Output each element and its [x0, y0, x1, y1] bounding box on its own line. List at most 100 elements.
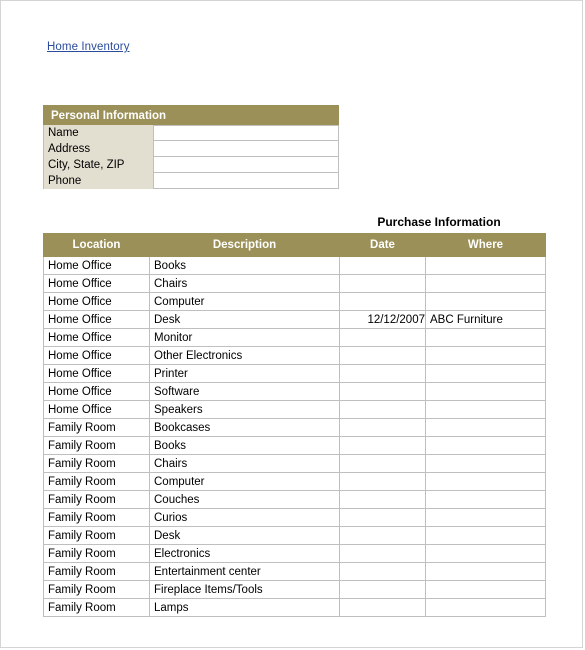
cell-location[interactable]: Family Room [43, 508, 150, 527]
column-header-description[interactable]: Description [149, 233, 340, 257]
cell-date[interactable] [339, 508, 426, 527]
column-header-location[interactable]: Location [43, 233, 150, 257]
cell-description[interactable]: Computer [149, 292, 340, 311]
cell-date[interactable] [339, 418, 426, 437]
cell-where[interactable] [425, 490, 546, 509]
personal-information-rows: Name Address City, State, ZIP Phone [43, 125, 339, 189]
cell-description[interactable]: Couches [149, 490, 340, 509]
cell-description[interactable]: Bookcases [149, 418, 340, 437]
cell-location[interactable]: Family Room [43, 418, 150, 437]
cell-date[interactable] [339, 364, 426, 383]
cell-description[interactable]: Software [149, 382, 340, 401]
cell-location[interactable]: Home Office [43, 310, 150, 329]
cell-description[interactable]: Desk [149, 526, 340, 545]
cell-date[interactable] [339, 526, 426, 545]
cell-location[interactable]: Home Office [43, 328, 150, 347]
cell-date[interactable] [339, 256, 426, 275]
table-row: Family Room Curios [43, 508, 546, 527]
cell-description[interactable]: Lamps [149, 598, 340, 617]
cell-description[interactable]: Monitor [149, 328, 340, 347]
name-field[interactable] [153, 125, 339, 141]
cell-where[interactable] [425, 562, 546, 581]
cell-location[interactable]: Home Office [43, 274, 150, 293]
cell-location[interactable]: Family Room [43, 580, 150, 599]
cell-location[interactable]: Home Office [43, 400, 150, 419]
cell-location[interactable]: Family Room [43, 436, 150, 455]
cell-where[interactable]: ABC Furniture [425, 310, 546, 329]
cell-date[interactable] [339, 274, 426, 293]
cell-description[interactable]: Chairs [149, 274, 340, 293]
cell-where[interactable] [425, 256, 546, 275]
cell-description[interactable]: Speakers [149, 400, 340, 419]
cell-date[interactable] [339, 562, 426, 581]
cell-location[interactable]: Home Office [43, 256, 150, 275]
cell-description[interactable]: Printer [149, 364, 340, 383]
cell-date[interactable]: 12/12/2007 [339, 310, 426, 329]
table-row: Home Office Software [43, 382, 546, 401]
address-field[interactable] [153, 141, 339, 157]
cell-description[interactable]: Curios [149, 508, 340, 527]
home-inventory-title-link[interactable]: Home Inventory [47, 41, 130, 53]
cell-where[interactable] [425, 598, 546, 617]
cell-date[interactable] [339, 454, 426, 473]
cell-description[interactable]: Books [149, 256, 340, 275]
cell-where[interactable] [425, 508, 546, 527]
column-header-date[interactable]: Date [339, 233, 426, 257]
cell-where[interactable] [425, 382, 546, 401]
cell-date[interactable] [339, 490, 426, 509]
cell-location[interactable]: Family Room [43, 490, 150, 509]
phone-field[interactable] [153, 173, 339, 189]
cell-description[interactable]: Electronics [149, 544, 340, 563]
cell-location[interactable]: Family Room [43, 472, 150, 491]
cell-where[interactable] [425, 400, 546, 419]
cell-where[interactable] [425, 328, 546, 347]
inventory-table: Location Description Date Where Home Off… [43, 233, 546, 617]
cell-date[interactable] [339, 472, 426, 491]
cell-date[interactable] [339, 598, 426, 617]
cell-location[interactable]: Home Office [43, 382, 150, 401]
cell-date[interactable] [339, 400, 426, 419]
cell-where[interactable] [425, 454, 546, 473]
cell-location[interactable]: Home Office [43, 346, 150, 365]
field-label-city-state-zip: City, State, ZIP [44, 157, 153, 173]
personal-info-row: City, State, ZIP [44, 157, 339, 173]
cell-location[interactable]: Family Room [43, 598, 150, 617]
cell-description[interactable]: Computer [149, 472, 340, 491]
cell-description[interactable]: Chairs [149, 454, 340, 473]
cell-description[interactable]: Other Electronics [149, 346, 340, 365]
cell-date[interactable] [339, 382, 426, 401]
table-row: Family Room Couches [43, 490, 546, 509]
cell-description[interactable]: Desk [149, 310, 340, 329]
cell-description[interactable]: Fireplace Items/Tools [149, 580, 340, 599]
cell-location[interactable]: Home Office [43, 292, 150, 311]
cell-date[interactable] [339, 328, 426, 347]
cell-date[interactable] [339, 436, 426, 455]
cell-where[interactable] [425, 544, 546, 563]
cell-where[interactable] [425, 274, 546, 293]
cell-where[interactable] [425, 346, 546, 365]
cell-location[interactable]: Home Office [43, 364, 150, 383]
cell-location[interactable]: Family Room [43, 544, 150, 563]
cell-location[interactable]: Family Room [43, 454, 150, 473]
table-row: Home Office Other Electronics [43, 346, 546, 365]
cell-description[interactable]: Entertainment center [149, 562, 340, 581]
city-state-zip-field[interactable] [153, 157, 339, 173]
table-row: Home Office Desk 12/12/2007 ABC Furniture [43, 310, 546, 329]
cell-description[interactable]: Books [149, 436, 340, 455]
personal-information-table: Personal Information Name Address City, … [43, 105, 339, 189]
cell-where[interactable] [425, 436, 546, 455]
cell-where[interactable] [425, 526, 546, 545]
table-row: Home Office Printer [43, 364, 546, 383]
cell-where[interactable] [425, 580, 546, 599]
cell-date[interactable] [339, 346, 426, 365]
cell-where[interactable] [425, 472, 546, 491]
cell-date[interactable] [339, 292, 426, 311]
cell-location[interactable]: Family Room [43, 526, 150, 545]
cell-where[interactable] [425, 292, 546, 311]
cell-where[interactable] [425, 418, 546, 437]
cell-date[interactable] [339, 544, 426, 563]
cell-location[interactable]: Family Room [43, 562, 150, 581]
column-header-where[interactable]: Where [425, 233, 546, 257]
cell-date[interactable] [339, 580, 426, 599]
cell-where[interactable] [425, 364, 546, 383]
